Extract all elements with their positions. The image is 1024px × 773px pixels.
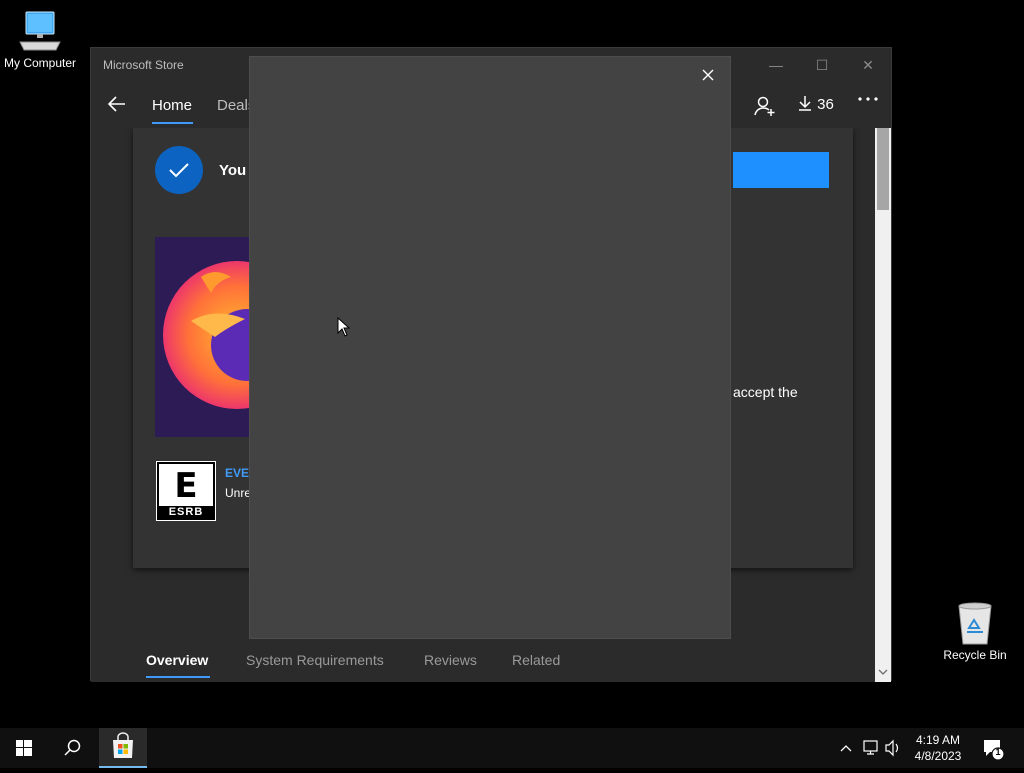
- download-icon: [799, 96, 811, 111]
- scroll-down-arrow-icon[interactable]: [877, 668, 889, 680]
- description-text: accept the: [733, 384, 798, 400]
- tab-overview-underline: [146, 676, 210, 678]
- window-title: Microsoft Store: [103, 58, 184, 72]
- computer-icon: [19, 11, 61, 51]
- esrb-letter: E: [174, 466, 198, 506]
- start-button[interactable]: [0, 728, 48, 768]
- tab-reviews[interactable]: Reviews: [424, 652, 477, 668]
- network-button[interactable]: [861, 728, 881, 768]
- taskbar-clock[interactable]: 4:19 AM 4/8/2023: [905, 732, 971, 764]
- network-icon: [863, 740, 878, 755]
- notification-count: 1: [995, 747, 1001, 757]
- product-page-tabs: Overview System Requirements Reviews Rel…: [91, 642, 875, 682]
- account-button[interactable]: [753, 94, 777, 122]
- tab-related[interactable]: Related: [512, 652, 560, 668]
- tray-overflow-button[interactable]: [838, 728, 854, 768]
- install-button[interactable]: [733, 152, 829, 188]
- close-icon: [702, 69, 714, 81]
- downloads-count: 36: [817, 96, 834, 113]
- esrb-badge: E ESRB: [156, 461, 216, 521]
- modal-dialog: [249, 56, 731, 639]
- tab-home[interactable]: Home: [152, 97, 192, 114]
- volume-button[interactable]: [884, 728, 902, 768]
- more-icon: [858, 97, 878, 101]
- desktop-icon-label: My Computer: [3, 56, 77, 70]
- minimize-button[interactable]: —: [753, 54, 799, 78]
- speaker-icon: [885, 739, 899, 757]
- vertical-scrollbar[interactable]: [875, 128, 891, 682]
- tab-overview[interactable]: Overview: [146, 652, 208, 668]
- esrb-badge-text: ESRB: [159, 506, 213, 518]
- search-icon: [64, 739, 81, 756]
- close-button[interactable]: ✕: [845, 54, 891, 78]
- store-bag-icon: [113, 732, 133, 758]
- action-center-button[interactable]: 1: [980, 728, 1010, 768]
- downloads-button[interactable]: 36: [797, 94, 834, 113]
- clock-date: 4/8/2023: [914, 749, 962, 763]
- desktop-icon-label: Recycle Bin: [943, 648, 1007, 662]
- checkmark-icon: [169, 163, 189, 178]
- more-options-button[interactable]: [857, 88, 879, 116]
- owned-status-icon: [155, 146, 203, 194]
- windows-logo-icon: [16, 740, 32, 756]
- maximize-button[interactable]: ☐: [799, 54, 845, 78]
- tab-home-underline: [152, 122, 193, 124]
- firefox-logo-icon: [163, 261, 251, 409]
- taskbar-store-app[interactable]: [99, 728, 147, 768]
- taskbar: 4:19 AM 4/8/2023 1: [0, 728, 1024, 768]
- clock-time: 4:19 AM: [915, 733, 961, 747]
- add-user-icon: [754, 96, 775, 116]
- recycle-bin-icon: [958, 602, 992, 645]
- chevron-up-icon: [840, 745, 852, 752]
- back-arrow-icon: [107, 96, 125, 112]
- app-logo: [155, 237, 251, 437]
- dialog-close-button[interactable]: [696, 63, 720, 87]
- mouse-cursor-icon: [337, 317, 351, 337]
- back-button[interactable]: [105, 92, 129, 116]
- search-button[interactable]: [48, 728, 96, 768]
- esrb-rating-description: Unre: [225, 486, 252, 500]
- scrollbar-thumb[interactable]: [877, 128, 889, 210]
- tab-system-requirements[interactable]: System Requirements: [246, 652, 384, 668]
- desktop-icon-my-computer[interactable]: My Computer: [0, 10, 80, 70]
- desktop-icon-recycle-bin[interactable]: Recycle Bin: [935, 602, 1015, 662]
